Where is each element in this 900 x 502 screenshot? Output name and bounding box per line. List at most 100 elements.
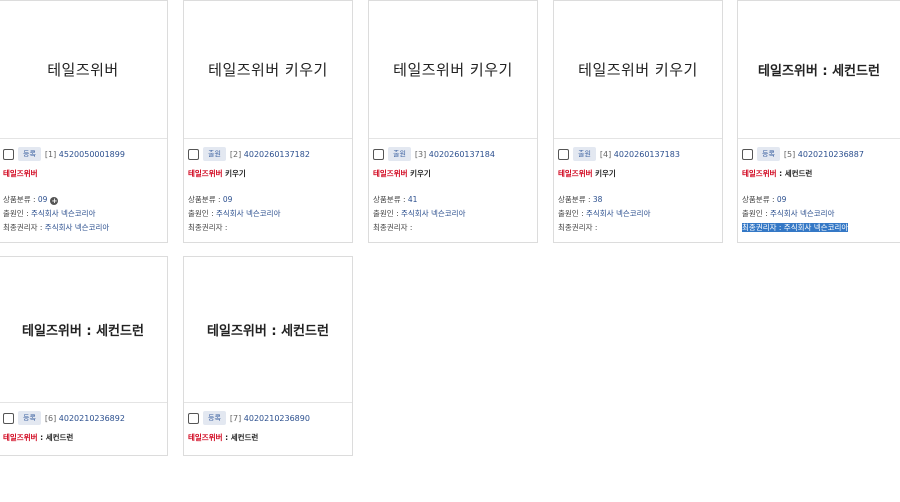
product-class-label: 상품분류 : (188, 195, 223, 204)
title-rest: 키우기 (595, 169, 616, 178)
final-owner: 최종권리자 : 주식회사 넥슨코리아 (742, 221, 900, 235)
trademark-card[interactable]: 테일즈위버 : 세컨드런 등록 [5] 4020210236887 테일즈위버 … (737, 0, 900, 243)
application-number[interactable]: [7] 4020210236890 (230, 414, 310, 423)
status-badge: 등록 (18, 147, 41, 161)
final-owner-value: 주식회사 넥슨코리아 (783, 223, 849, 232)
status-badge: 출원 (573, 147, 596, 161)
final-owner-label: 최종권리자 : (373, 223, 413, 232)
final-owner-label: 최종권리자 : (188, 223, 228, 232)
applicant: 출원인 : 주식회사 넥슨코리아 (558, 207, 722, 221)
result-index: [1] (44, 149, 57, 159)
status-badge: 등록 (18, 411, 41, 425)
result-index: [7] (229, 413, 242, 423)
final-owner: 최종권리자 : (373, 221, 537, 235)
select-checkbox[interactable] (188, 148, 199, 160)
final-owner: 최종권리자 : (188, 221, 352, 235)
applicant-value: 주식회사 넥슨코리아 (586, 209, 651, 218)
final-owner-label: 최종권리자 : (558, 223, 598, 232)
title-rest: : 세컨드런 (779, 169, 813, 178)
trademark-card[interactable]: 테일즈위버 키우기 출원 [2] 4020260137182 테일즈위버 키우기… (183, 0, 353, 243)
status-badge: 출원 (388, 147, 411, 161)
title-rest: : 세컨드런 (40, 433, 74, 442)
product-class-label: 상품분류 : (373, 195, 408, 204)
trademark-title[interactable]: 테일즈위버 키우기 (373, 168, 537, 179)
trademark-title[interactable]: 테일즈위버 키우기 (558, 168, 722, 179)
applicant-label: 출원인 : (558, 209, 586, 218)
applicant: 출원인 : 주식회사 넥슨코리아 (742, 207, 900, 221)
applicant-value: 주식회사 넥슨코리아 (216, 209, 281, 218)
product-class: 상품분류 : 09 (742, 193, 900, 207)
status-badge: 등록 (757, 147, 780, 161)
trademark-image[interactable]: 테일즈위버 : 세컨드런 (738, 1, 900, 139)
title-highlight: 테일즈위버 (3, 433, 38, 442)
application-number-value[interactable]: 4520050001899 (59, 150, 125, 159)
trademark-card[interactable]: 테일즈위버 키우기 출원 [3] 4020260137184 테일즈위버 키우기… (368, 0, 538, 243)
applicant-value: 주식회사 넥슨코리아 (31, 209, 96, 218)
title-rest: : 세컨드런 (225, 433, 259, 442)
applicant: 출원인 : 주식회사 넥슨코리아 (3, 207, 167, 221)
title-highlight: 테일즈위버 (3, 169, 38, 178)
trademark-image[interactable]: 테일즈위버 (0, 1, 167, 139)
application-number-value[interactable]: 4020260137183 (614, 150, 680, 159)
plus-icon[interactable]: + (50, 197, 59, 205)
select-checkbox[interactable] (188, 412, 199, 424)
trademark-card[interactable]: 테일즈위버 키우기 출원 [4] 4020260137183 테일즈위버 키우기… (553, 0, 723, 243)
trademark-title[interactable]: 테일즈위버 : 세컨드런 (188, 432, 352, 443)
product-class-value: 09 (222, 195, 233, 204)
title-highlight: 테일즈위버 (742, 169, 777, 178)
trademark-image[interactable]: 테일즈위버 키우기 (369, 1, 537, 139)
product-class-value: 09 (37, 195, 48, 204)
product-class-value: 38 (592, 195, 603, 204)
applicant-value: 주식회사 넥슨코리아 (770, 209, 835, 218)
application-number-value[interactable]: 4020210236890 (244, 414, 310, 423)
final-owner-value: 주식회사 넥슨코리아 (44, 223, 110, 232)
applicant-label: 출원인 : (742, 209, 770, 218)
product-class: 상품분류 : 38 (558, 193, 722, 207)
title-highlight: 테일즈위버 (188, 433, 223, 442)
trademark-image[interactable]: 테일즈위버 : 세컨드런 (184, 257, 352, 403)
application-number[interactable]: [4] 4020260137183 (600, 150, 680, 159)
trademark-card[interactable]: 테일즈위버 : 세컨드런 등록 [7] 4020210236890 테일즈위버 … (183, 256, 353, 456)
application-number[interactable]: [3] 4020260137184 (415, 150, 495, 159)
application-number-value[interactable]: 4020210236887 (798, 150, 864, 159)
product-class: 상품분류 : 09 (188, 193, 352, 207)
product-class-value: 09 (776, 195, 787, 204)
result-index: [2] (229, 149, 242, 159)
trademark-card[interactable]: 테일즈위버 : 세컨드런 등록 [6] 4020210236892 테일즈위버 … (0, 256, 168, 456)
final-owner-label: 최종권리자 : (742, 223, 784, 232)
application-number[interactable]: [2] 4020260137182 (230, 150, 310, 159)
applicant: 출원인 : 주식회사 넥슨코리아 (188, 207, 352, 221)
trademark-image[interactable]: 테일즈위버 키우기 (554, 1, 722, 139)
title-rest: 키우기 (225, 169, 246, 178)
final-owner-label: 최종권리자 : (3, 223, 45, 232)
application-number[interactable]: [6] 4020210236892 (45, 414, 125, 423)
select-checkbox[interactable] (742, 148, 753, 160)
application-number-value[interactable]: 4020210236892 (59, 414, 125, 423)
status-badge: 등록 (203, 411, 226, 425)
application-number-value[interactable]: 4020260137182 (244, 150, 310, 159)
application-number-value[interactable]: 4020260137184 (429, 150, 495, 159)
applicant-label: 출원인 : (373, 209, 401, 218)
title-highlight: 테일즈위버 (558, 169, 593, 178)
result-index: [3] (414, 149, 427, 159)
application-number[interactable]: [5] 4020210236887 (784, 150, 864, 159)
trademark-card[interactable]: 테일즈위버 등록 [1] 4520050001899 테일즈위버 상품분류 : … (0, 0, 168, 243)
application-number[interactable]: [1] 4520050001899 (45, 150, 125, 159)
select-checkbox[interactable] (3, 148, 14, 160)
trademark-image[interactable]: 테일즈위버 : 세컨드런 (0, 257, 167, 403)
trademark-title[interactable]: 테일즈위버 : 세컨드런 (742, 168, 900, 179)
trademark-title[interactable]: 테일즈위버 키우기 (188, 168, 352, 179)
title-rest: 키우기 (410, 169, 431, 178)
trademark-image[interactable]: 테일즈위버 키우기 (184, 1, 352, 139)
result-index: [5] (783, 149, 796, 159)
trademark-title[interactable]: 테일즈위버 (3, 168, 167, 179)
product-class-value: 41 (407, 195, 418, 204)
title-highlight: 테일즈위버 (188, 169, 223, 178)
select-checkbox[interactable] (558, 148, 569, 160)
applicant-label: 출원인 : (188, 209, 216, 218)
select-checkbox[interactable] (373, 148, 384, 160)
trademark-title[interactable]: 테일즈위버 : 세컨드런 (3, 432, 167, 443)
product-class-label: 상품분류 : (558, 195, 593, 204)
applicant-value: 주식회사 넥슨코리아 (401, 209, 466, 218)
select-checkbox[interactable] (3, 412, 14, 424)
